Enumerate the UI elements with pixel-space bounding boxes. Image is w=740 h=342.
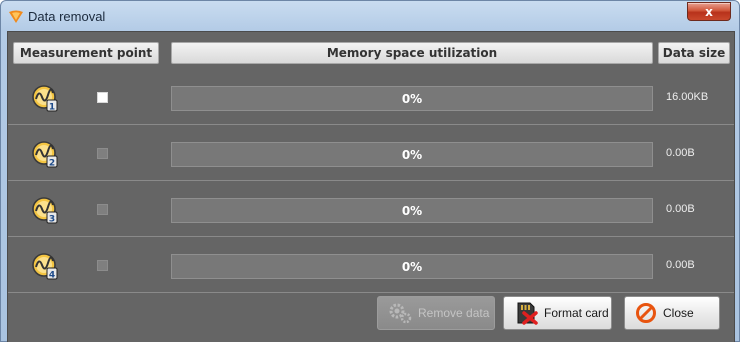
measurement-point-icon: 3 (32, 197, 58, 225)
format-card-button[interactable]: Format card (503, 296, 612, 330)
close-label: Close (663, 306, 694, 320)
measurement-point-checkbox[interactable] (97, 260, 108, 271)
window-title: Data removal (28, 9, 106, 24)
table-row: 4 0% 0.00B (8, 237, 734, 293)
measurement-point-number: 2 (49, 159, 55, 169)
measurement-point-icon: 4 (32, 253, 58, 281)
header-measurement-point: Measurement point (13, 42, 159, 64)
memory-utilization-bar: 0% (171, 142, 653, 167)
window-close-button[interactable]: x (687, 2, 731, 21)
memory-utilization-bar: 0% (171, 198, 653, 223)
cancel-circle-icon (636, 303, 656, 323)
memory-utilization-label: 0% (401, 147, 423, 162)
dialog-content: Measurement point Memory space utilizati… (7, 31, 735, 342)
title-bar[interactable]: Data removal x (1, 1, 739, 31)
memory-utilization-bar: 0% (171, 254, 653, 279)
remove-data-label: Remove data (418, 306, 490, 320)
memory-utilization-label: 0% (401, 203, 423, 218)
header-memory-utilization: Memory space utilization (171, 42, 653, 64)
gears-icon (389, 303, 412, 324)
close-icon: x (705, 4, 713, 19)
app-logo-icon (9, 10, 23, 23)
measurement-point-number: 3 (49, 215, 55, 225)
measurement-point-number: 4 (49, 271, 55, 281)
measurement-point-number: 1 (49, 103, 55, 113)
data-size-value: 0.00B (666, 147, 695, 159)
measurement-point-icon: 1 (32, 85, 58, 113)
memory-utilization-bar: 0% (171, 86, 653, 111)
table-row: 1 0% 16.00KB (8, 69, 734, 125)
table-row: 3 0% 0.00B (8, 181, 734, 237)
data-size-value: 16.00KB (666, 91, 709, 103)
close-button[interactable]: Close (624, 296, 720, 330)
data-size-value: 0.00B (666, 259, 695, 271)
remove-data-button[interactable]: Remove data (377, 296, 495, 330)
measurement-point-checkbox[interactable] (97, 92, 108, 103)
data-removal-dialog: Data removal x Measurement point Memory … (0, 0, 740, 342)
table-row: 2 0% 0.00B (8, 125, 734, 181)
measurement-point-checkbox[interactable] (97, 204, 108, 215)
memory-utilization-label: 0% (401, 91, 423, 106)
format-card-label: Format card (544, 306, 609, 320)
header-data-size: Data size (658, 42, 730, 64)
memory-card-delete-icon (517, 302, 538, 325)
measurement-point-checkbox[interactable] (97, 148, 108, 159)
data-size-value: 0.00B (666, 203, 695, 215)
memory-utilization-label: 0% (401, 259, 423, 274)
measurement-point-icon: 2 (32, 141, 58, 169)
